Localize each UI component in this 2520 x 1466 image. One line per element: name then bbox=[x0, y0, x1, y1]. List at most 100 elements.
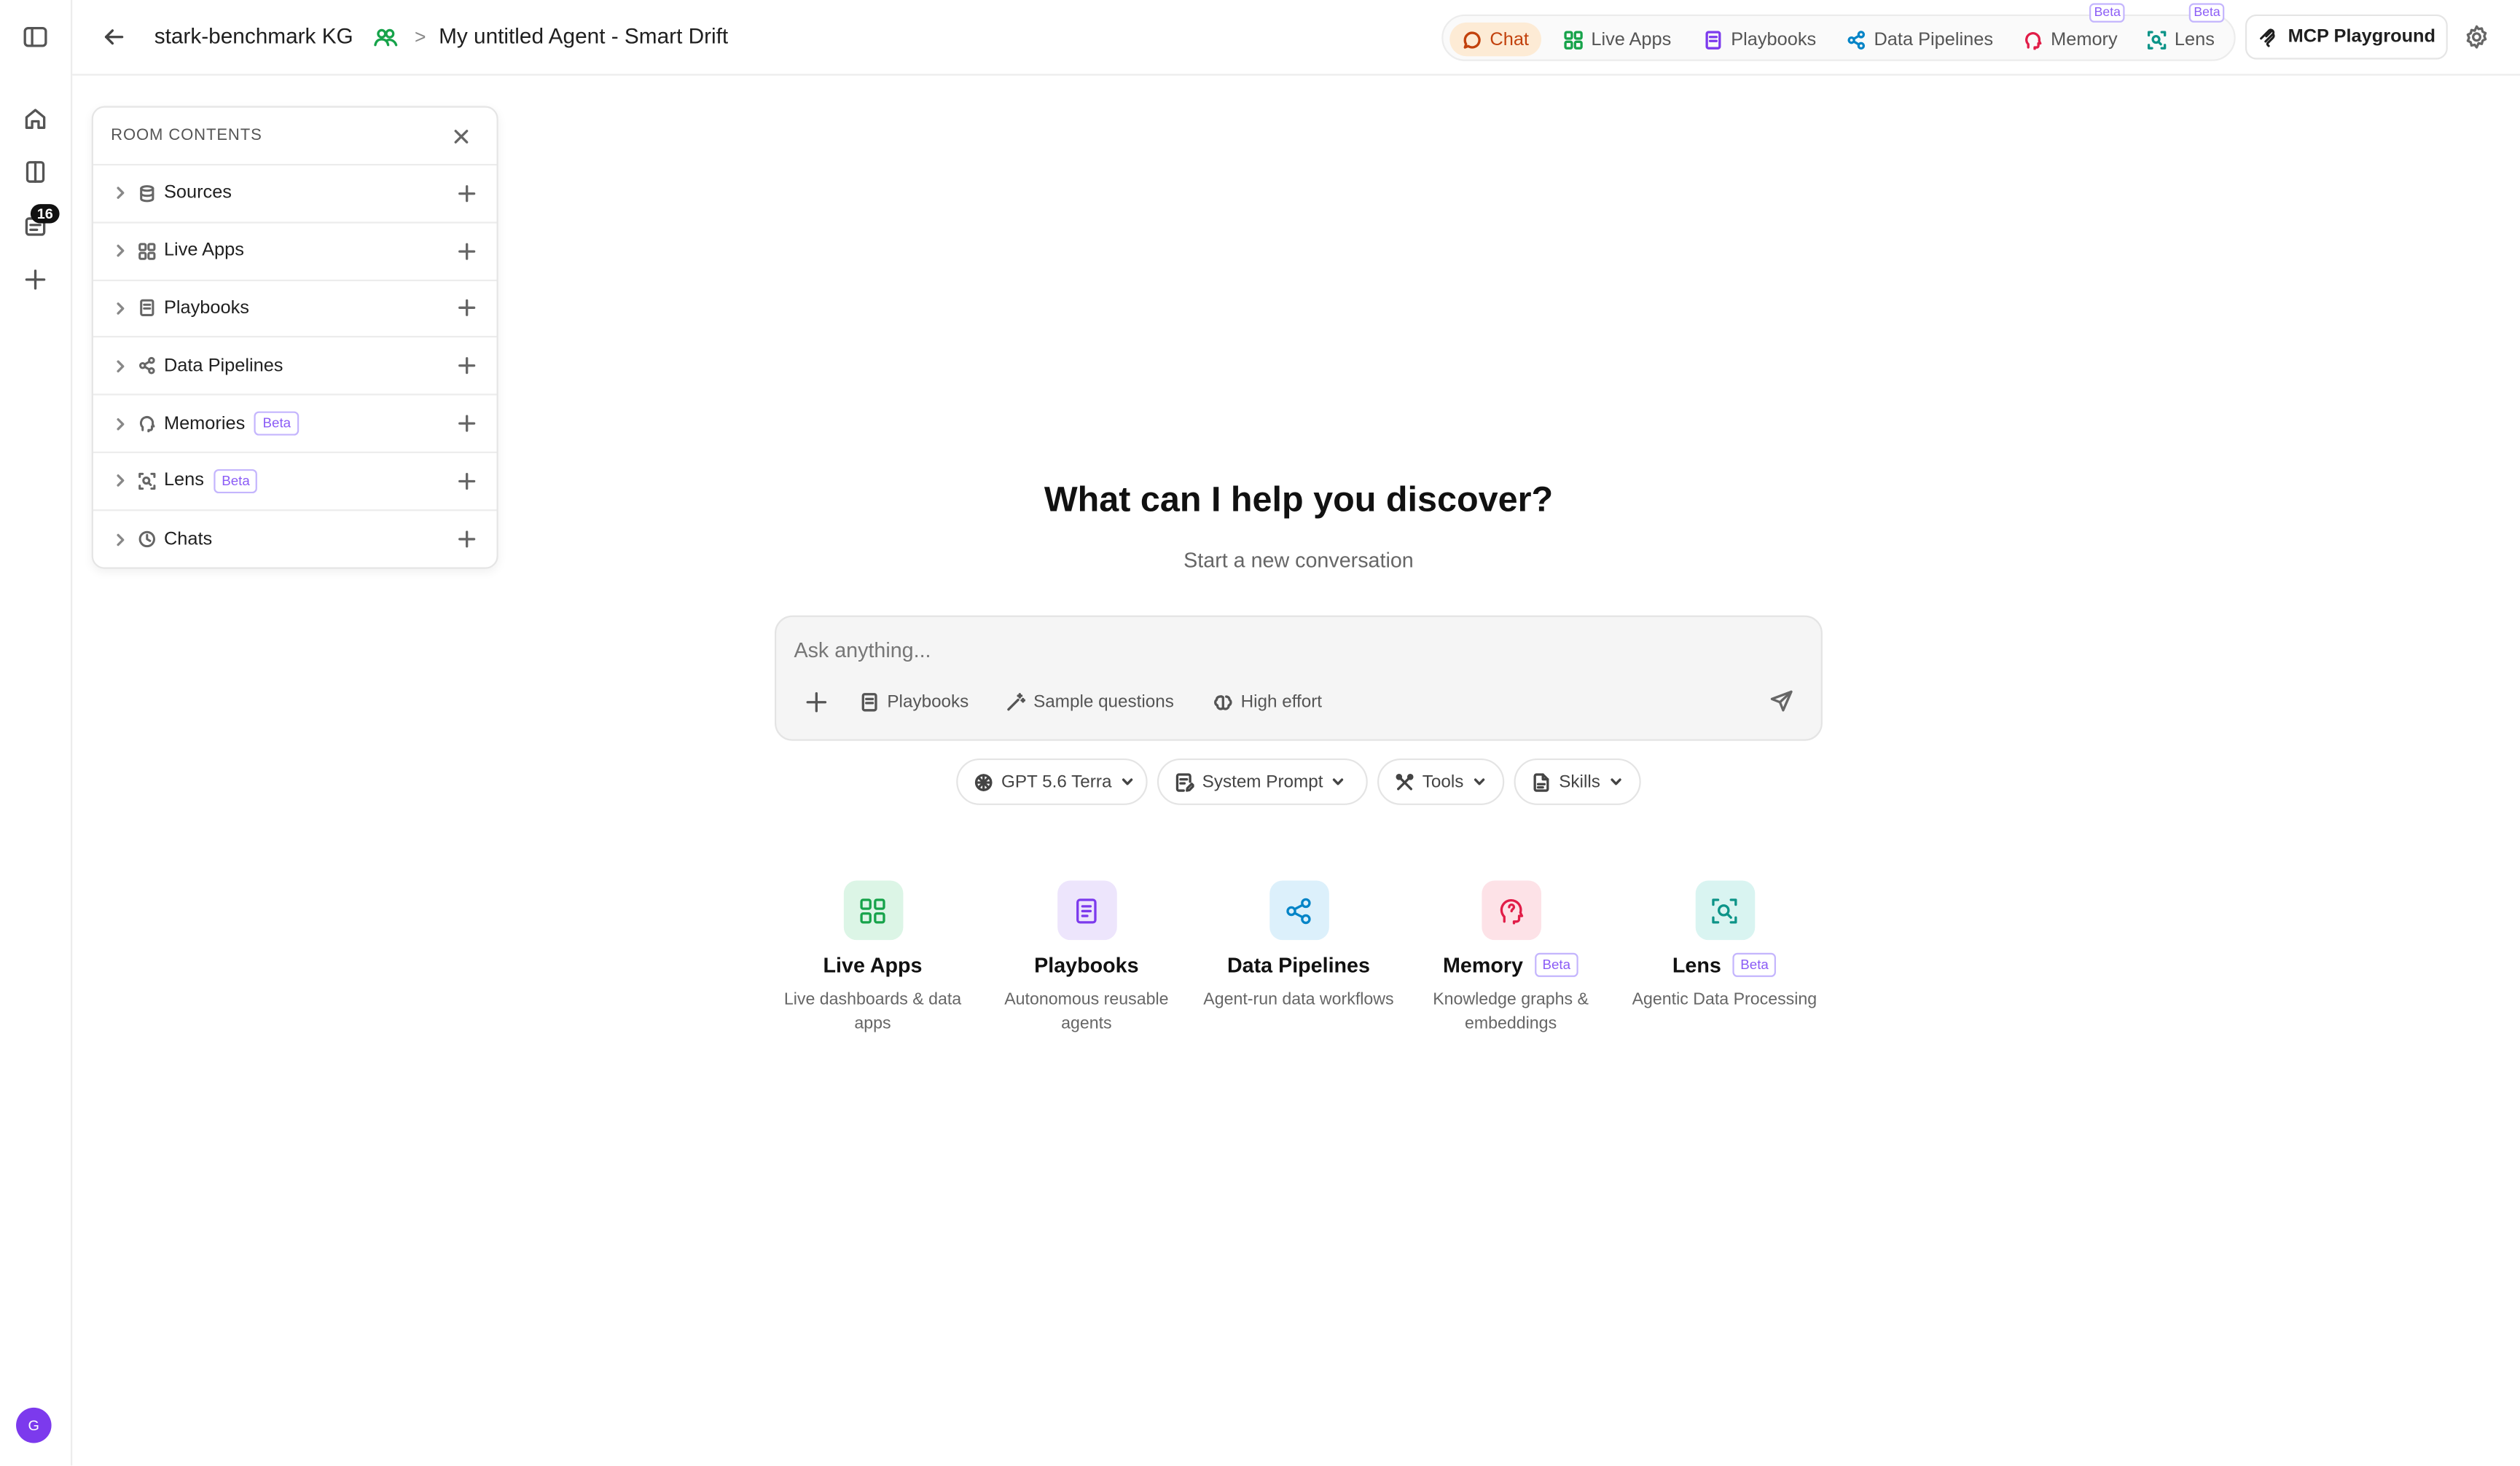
feature-live-apps[interactable]: Live Apps Live dashboards & data apps bbox=[768, 880, 977, 1037]
send-icon[interactable] bbox=[1769, 689, 1793, 713]
pipeline-icon bbox=[138, 357, 155, 375]
feature-description: Live dashboards & data apps bbox=[783, 989, 962, 1034]
page-subtitle: Start a new conversation bbox=[1183, 548, 1414, 573]
add-lens-icon[interactable] bbox=[458, 472, 476, 490]
close-icon[interactable] bbox=[452, 127, 471, 146]
playbook-icon bbox=[861, 693, 877, 712]
playbook-icon bbox=[1705, 30, 1721, 49]
feature-title: Playbooks bbox=[1034, 952, 1139, 977]
app-root: 16 G stark-benchmark KG > My untitled Ag… bbox=[0, 0, 2520, 1466]
feature-description: Agent-run data workflows bbox=[1203, 989, 1394, 1009]
tab-live-apps[interactable]: Live Apps bbox=[1564, 23, 1671, 56]
pipeline-icon bbox=[1269, 880, 1329, 941]
room-item-live-apps[interactable]: Live Apps bbox=[93, 223, 497, 281]
add-pipeline-icon[interactable] bbox=[458, 357, 476, 375]
room-item-data-pipelines[interactable]: Data Pipelines bbox=[93, 338, 497, 396]
feature-title: Live Apps bbox=[823, 952, 923, 977]
notification-badge: 16 bbox=[30, 204, 60, 224]
tab-chat[interactable]: Chat bbox=[1449, 22, 1542, 57]
file-icon bbox=[1533, 772, 1549, 791]
feature-title: Lens bbox=[1672, 952, 1721, 977]
brain-icon bbox=[1214, 695, 1232, 710]
back-arrow-icon[interactable] bbox=[101, 24, 127, 50]
lens-icon bbox=[1694, 880, 1755, 941]
sample-questions-button[interactable]: Sample questions bbox=[1006, 688, 1174, 717]
chevron-down-icon bbox=[1474, 778, 1484, 785]
tab-playbooks[interactable]: Playbooks bbox=[1704, 23, 1816, 56]
pipeline-icon bbox=[1847, 30, 1866, 49]
chevron-down-icon bbox=[1122, 778, 1132, 785]
chevron-right-icon[interactable] bbox=[112, 358, 128, 374]
nav-tabs: Chat Live Apps Playbooks Data Pipelines … bbox=[1441, 3, 2236, 61]
playbook-icon bbox=[140, 299, 154, 318]
top-bar: stark-benchmark KG > My untitled Agent -… bbox=[72, 0, 2520, 76]
chevron-right-icon[interactable] bbox=[112, 531, 128, 547]
feature-title: Data Pipelines bbox=[1226, 952, 1370, 977]
room-contents-panel: ROOM CONTENTS Sources Live Apps Playbook… bbox=[91, 106, 498, 569]
add-chat-icon[interactable] bbox=[458, 530, 476, 548]
gear-icon[interactable] bbox=[2464, 24, 2489, 50]
home-icon[interactable] bbox=[19, 103, 51, 135]
breadcrumb-separator: > bbox=[414, 26, 426, 49]
tab-memory[interactable]: Memory bbox=[2024, 23, 2118, 56]
room-item-sources[interactable]: Sources bbox=[93, 165, 497, 224]
model-selector[interactable]: GPT 5.6 Terra bbox=[956, 758, 1148, 805]
brain-icon bbox=[2025, 31, 2042, 50]
room-item-memories[interactable]: Memories Beta bbox=[93, 396, 497, 453]
grid-icon bbox=[1564, 30, 1583, 49]
memory-beta-badge: Beta bbox=[2089, 3, 2126, 23]
breadcrumb-workspace[interactable]: stark-benchmark KG bbox=[154, 24, 353, 48]
tab-lens[interactable]: Lens bbox=[2147, 23, 2215, 56]
document-edit-icon bbox=[1175, 772, 1194, 791]
panel-title: ROOM CONTENTS bbox=[93, 108, 497, 166]
feature-memory[interactable]: Memory Beta Knowledge graphs & embedding… bbox=[1406, 880, 1616, 1037]
feature-data-pipelines[interactable]: Data Pipelines Agent-run data workflows bbox=[1194, 880, 1404, 1013]
chevron-right-icon[interactable] bbox=[112, 300, 128, 316]
room-item-lens[interactable]: Lens Beta bbox=[93, 453, 497, 511]
sidebar-toggle-icon[interactable] bbox=[19, 21, 51, 53]
lens-beta-badge: Beta bbox=[2188, 3, 2226, 23]
effort-button[interactable]: High effort bbox=[1213, 688, 1322, 717]
database-icon bbox=[140, 184, 154, 203]
room-item-playbooks[interactable]: Playbooks bbox=[93, 281, 497, 338]
feature-description: Knowledge graphs & embeddings bbox=[1433, 989, 1589, 1034]
system-prompt-selector[interactable]: System Prompt bbox=[1157, 758, 1368, 805]
users-icon[interactable] bbox=[373, 24, 399, 50]
feature-playbooks[interactable]: Playbooks Autonomous reusable agents bbox=[982, 880, 1191, 1037]
add-source-icon[interactable] bbox=[458, 184, 476, 203]
skills-selector[interactable]: Skills bbox=[1514, 758, 1641, 805]
magic-wand-icon bbox=[1007, 693, 1026, 711]
clock-icon bbox=[138, 531, 156, 548]
chat-input[interactable] bbox=[794, 632, 1791, 666]
grid-icon bbox=[138, 242, 156, 260]
feature-lens[interactable]: Lens Beta Agentic Data Processing bbox=[1620, 880, 1829, 1013]
agent-title[interactable]: My untitled Agent - Smart Drift bbox=[439, 24, 728, 48]
chat-composer: Playbooks Sample questions High effort bbox=[775, 615, 1823, 741]
mcp-playground-button[interactable]: MCP Playground bbox=[2245, 14, 2448, 60]
composer-playbooks-button[interactable]: Playbooks bbox=[860, 688, 969, 717]
lens-icon bbox=[138, 472, 156, 490]
grid-icon bbox=[842, 880, 903, 941]
add-playbook-icon[interactable] bbox=[458, 299, 476, 317]
brain-icon bbox=[139, 416, 155, 433]
feature-title: Memory bbox=[1443, 952, 1523, 977]
lens-icon bbox=[2147, 30, 2167, 49]
feature-description: Autonomous reusable agents bbox=[1004, 989, 1169, 1034]
room-item-chats[interactable]: Chats bbox=[93, 511, 497, 568]
chevron-right-icon[interactable] bbox=[112, 185, 128, 201]
page-title: What can I help you discover? bbox=[1044, 479, 1554, 520]
chevron-right-icon[interactable] bbox=[112, 415, 128, 431]
book-icon[interactable] bbox=[19, 156, 51, 188]
tools-selector[interactable]: Tools bbox=[1377, 758, 1505, 805]
chevron-right-icon[interactable] bbox=[112, 243, 128, 259]
left-rail: 16 G bbox=[0, 0, 73, 1466]
tab-data-pipelines[interactable]: Data Pipelines bbox=[1847, 23, 1993, 56]
add-icon[interactable] bbox=[19, 264, 51, 296]
attach-plus-icon[interactable] bbox=[805, 691, 828, 713]
add-live-app-icon[interactable] bbox=[458, 242, 476, 260]
chevron-down-icon bbox=[1610, 778, 1621, 785]
add-memory-icon[interactable] bbox=[458, 415, 476, 432]
tools-icon bbox=[1396, 772, 1414, 790]
avatar[interactable]: G bbox=[16, 1407, 52, 1443]
chevron-right-icon[interactable] bbox=[112, 473, 128, 489]
